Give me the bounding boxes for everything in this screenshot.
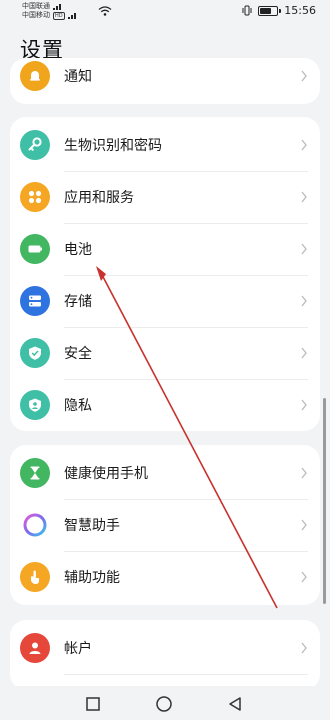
shield-icon	[20, 338, 50, 368]
settings-group-3: 帐户	[10, 620, 320, 690]
settings-item-label: 通知	[64, 69, 92, 85]
settings-item-label: 存储	[64, 294, 92, 310]
recents-icon	[86, 697, 100, 711]
chevron-right-icon	[301, 347, 307, 359]
settings-item-security[interactable]: 安全	[10, 327, 320, 379]
back-icon	[229, 697, 241, 711]
settings-item-accessibility[interactable]: 辅助功能	[10, 551, 320, 603]
settings-item-notifications[interactable]: 通知	[10, 58, 320, 102]
settings-item-label: 安全	[64, 346, 92, 362]
battery-icon	[20, 234, 50, 264]
carrier-2: 中国移动	[22, 11, 50, 19]
home-icon	[156, 696, 172, 712]
chevron-right-icon	[301, 243, 307, 255]
chevron-right-icon	[301, 467, 307, 479]
recents-button[interactable]	[84, 695, 102, 713]
chevron-right-icon	[301, 70, 307, 82]
settings-item-accounts[interactable]: 帐户	[10, 622, 320, 674]
settings-item-digital-balance[interactable]: 健康使用手机	[10, 447, 320, 499]
battery-indicator	[258, 5, 282, 16]
navigation-bar	[0, 686, 330, 720]
settings-group-1: 生物识别和密码 应用和服务 电池 存储 安全 隐私	[10, 117, 320, 431]
hd-badge: HD	[53, 11, 65, 20]
chevron-right-icon	[301, 191, 307, 203]
settings-item-label: 健康使用手机	[64, 466, 148, 482]
settings-item-biometrics[interactable]: 生物识别和密码	[10, 119, 320, 171]
settings-item-battery[interactable]: 电池	[10, 223, 320, 275]
key-icon	[20, 130, 50, 160]
settings-group-2: 健康使用手机 智慧助手 辅助功能	[10, 445, 320, 605]
user-icon	[20, 633, 50, 663]
storage-icon	[20, 286, 50, 316]
vibrate-icon	[242, 5, 252, 16]
bell-icon	[20, 61, 50, 91]
settings-item-label: 辅助功能	[64, 570, 120, 586]
signal-icon	[53, 3, 63, 10]
chevron-right-icon	[301, 642, 307, 654]
carrier-info: 中国联通 中国移动 HD	[22, 2, 78, 20]
settings-item-label: 应用和服务	[64, 190, 134, 206]
back-button[interactable]	[226, 695, 244, 713]
status-bar: 中国联通 中国移动 HD 15:56	[0, 0, 330, 24]
settings-item-apps[interactable]: 应用和服务	[10, 171, 320, 223]
settings-item-privacy[interactable]: 隐私	[10, 379, 320, 431]
apps-grid-icon	[20, 182, 50, 212]
carrier-1: 中国联通	[22, 2, 50, 10]
hand-icon	[20, 562, 50, 592]
settings-item-storage[interactable]: 存储	[10, 275, 320, 327]
notifications-card: 通知	[10, 58, 320, 104]
settings-item-label: 智慧助手	[64, 518, 120, 534]
privacy-icon	[20, 390, 50, 420]
assistant-ring-icon	[20, 510, 50, 540]
home-button[interactable]	[155, 695, 173, 713]
settings-item-label: 生物识别和密码	[64, 138, 162, 154]
scrollbar[interactable]	[323, 398, 326, 604]
chevron-right-icon	[301, 571, 307, 583]
settings-item-label: 隐私	[64, 398, 92, 414]
clock: 15:56	[284, 4, 316, 17]
signal-icon	[67, 12, 78, 19]
chevron-right-icon	[301, 399, 307, 411]
chevron-right-icon	[301, 519, 307, 531]
settings-item-assistant[interactable]: 智慧助手	[10, 499, 320, 551]
chevron-right-icon	[301, 139, 307, 151]
divider	[64, 674, 308, 675]
hourglass-icon	[20, 458, 50, 488]
chevron-right-icon	[301, 295, 307, 307]
settings-item-label: 帐户	[64, 641, 92, 657]
settings-item-label: 电池	[64, 242, 92, 258]
wifi-icon	[98, 6, 112, 16]
